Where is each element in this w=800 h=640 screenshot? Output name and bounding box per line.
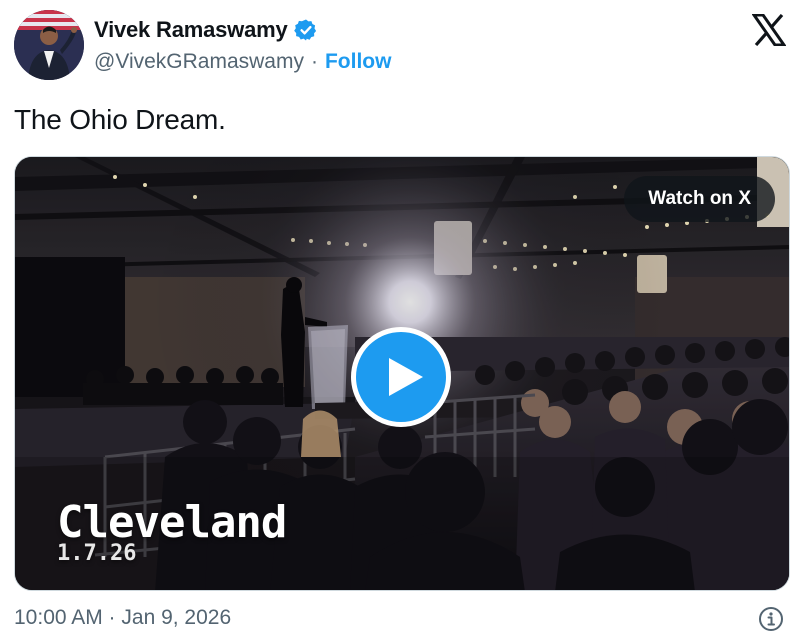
play-icon xyxy=(389,358,423,396)
video-player[interactable]: Watch on X Cleveland 1.7.26 xyxy=(14,156,790,591)
follow-button[interactable]: Follow xyxy=(325,50,392,74)
info-icon[interactable] xyxy=(758,606,784,632)
watch-on-x-button[interactable]: Watch on X xyxy=(624,176,775,222)
video-overlay-date: 1.7.26 xyxy=(57,541,137,566)
author-avatar[interactable] xyxy=(14,10,84,80)
x-logo-icon[interactable] xyxy=(752,14,786,46)
profile-photo xyxy=(14,10,84,80)
verified-badge-icon xyxy=(293,19,316,41)
author-handle[interactable]: @VivekGRamaswamy xyxy=(94,50,304,74)
author-display-name[interactable]: Vivek Ramaswamy xyxy=(94,17,288,43)
tweet-timestamp[interactable]: 10:00 AM · Jan 9, 2026 xyxy=(14,606,231,630)
handle-separator: · xyxy=(310,50,318,73)
author-name-row: Vivek Ramaswamy xyxy=(94,17,318,43)
tweet-text: The Ohio Dream. xyxy=(14,104,226,135)
author-handle-row: @VivekGRamaswamy · Follow xyxy=(94,50,391,74)
play-button[interactable] xyxy=(351,327,451,427)
